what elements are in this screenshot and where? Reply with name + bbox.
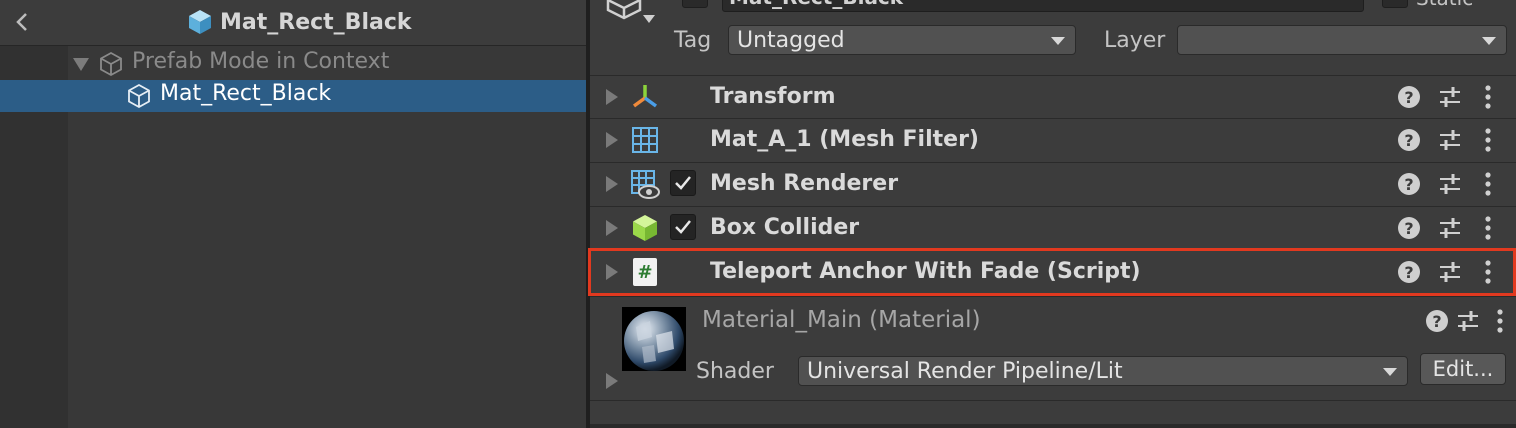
foldout-arrow-icon[interactable] [606,373,618,389]
component-box-collider[interactable]: Box Collider ? [590,206,1516,249]
script-hash-glyph: # [633,258,657,286]
static-label: Static [1416,0,1473,10]
shader-value: Universal Render Pipeline/Lit [807,359,1123,384]
component-mesh-renderer[interactable]: Mesh Renderer ? [590,162,1516,205]
help-icon[interactable]: ? [1426,310,1448,332]
enabled-checkbox[interactable] [670,170,696,196]
active-toggle[interactable] [682,0,708,8]
object-name-field[interactable]: Mat_Rect_Black [722,0,1364,12]
tag-dropdown[interactable]: Untagged [728,25,1076,55]
chevron-down-icon [1383,368,1397,376]
shader-dropdown[interactable]: Universal Render Pipeline/Lit [798,356,1408,386]
static-toggle[interactable] [1382,0,1408,8]
chevron-left-icon [16,13,27,31]
preset-sliders-icon[interactable] [1438,129,1462,151]
hierarchy-header: Mat_Rect_Black [0,0,586,46]
inspector-header: Mat_Rect_Black Static Tag Untagged Layer [590,0,1516,74]
transform-icon [630,82,660,112]
layer-dropdown[interactable] [1177,25,1507,55]
bottom-border [590,424,1516,428]
material-preview-thumbnail [622,307,686,371]
script-icon: # [630,257,660,287]
object-name-text: Mat_Rect_Black [729,0,903,9]
hierarchy-row-prefab-mode[interactable]: Prefab Mode in Context [0,47,586,79]
component-mesh-filter[interactable]: Mat_A_1 (Mesh Filter) ? [590,118,1516,161]
mesh-filter-icon [630,125,660,155]
component-title: Box Collider [710,215,860,240]
component-title: Transform [710,84,836,109]
material-name-text: Material_Main [702,307,862,333]
kebab-menu-icon[interactable] [1492,308,1508,334]
foldout-arrow-icon[interactable] [606,264,618,280]
icon-dropdown-arrow-icon[interactable] [642,14,656,24]
expand-down-icon[interactable] [72,56,90,72]
chevron-down-icon [1482,37,1496,45]
component-title: Teleport Anchor With Fade (Script) [710,259,1141,284]
preset-sliders-icon[interactable] [1438,173,1462,195]
help-icon[interactable]: ? [1398,129,1420,151]
preset-sliders-icon[interactable] [1456,310,1480,332]
preset-sliders-icon[interactable] [1438,261,1462,283]
kebab-menu-icon[interactable] [1480,127,1496,153]
hierarchy-panel: Mat_Rect_Black Prefab Mode in Context Ma… [0,0,586,428]
checkmark-icon [675,220,691,234]
foldout-arrow-icon[interactable] [606,176,618,192]
mesh-renderer-icon [630,169,660,199]
prefab-cube-icon [189,10,211,34]
kebab-menu-icon[interactable] [1480,171,1496,197]
shader-label: Shader [696,359,774,384]
layer-label: Layer [1104,28,1166,53]
material-name: Material_Main (Material) [702,307,981,333]
back-button[interactable] [8,8,36,36]
checkmark-icon [675,176,691,190]
hierarchy-row-selected[interactable]: Mat_Rect_Black [0,80,586,112]
gameobject-cube-icon [128,83,150,109]
preset-sliders-icon[interactable] [1438,217,1462,239]
foldout-arrow-icon[interactable] [606,89,618,105]
box-collider-icon [630,213,660,243]
preset-sliders-icon[interactable] [1438,86,1462,108]
enabled-checkbox[interactable] [670,214,696,240]
help-icon[interactable]: ? [1398,86,1420,108]
material-section: Material_Main (Material) ? Shader Univer… [590,296,1516,400]
component-title: Mat_A_1 (Mesh Filter) [710,127,979,152]
inspector-panel: Mat_Rect_Black Static Tag Untagged Layer… [590,0,1516,428]
material-type-text: (Material) [869,307,981,333]
hierarchy-title-group: Mat_Rect_Black [186,6,412,38]
kebab-menu-icon[interactable] [1480,259,1496,285]
edit-shader-button[interactable]: Edit... [1420,353,1506,385]
hierarchy-row-label: Mat_Rect_Black [160,81,332,106]
kebab-menu-icon[interactable] [1480,84,1496,110]
tag-value: Untagged [737,28,845,53]
help-icon[interactable]: ? [1398,261,1420,283]
help-icon[interactable]: ? [1398,217,1420,239]
kebab-menu-icon[interactable] [1480,215,1496,241]
gameobject-cube-icon [100,51,122,77]
chevron-down-icon [1051,37,1065,45]
component-teleport-anchor-script[interactable]: # Teleport Anchor With Fade (Script) ? [590,250,1516,293]
hierarchy-title: Mat_Rect_Black [220,9,412,35]
component-title: Mesh Renderer [710,171,899,196]
section-separator [590,400,1516,401]
foldout-arrow-icon[interactable] [606,132,618,148]
component-transform[interactable]: Transform ? [590,75,1516,118]
foldout-arrow-icon[interactable] [606,220,618,236]
hierarchy-row-label: Prefab Mode in Context [132,49,390,74]
help-icon[interactable]: ? [1398,173,1420,195]
tag-label: Tag [674,28,712,53]
